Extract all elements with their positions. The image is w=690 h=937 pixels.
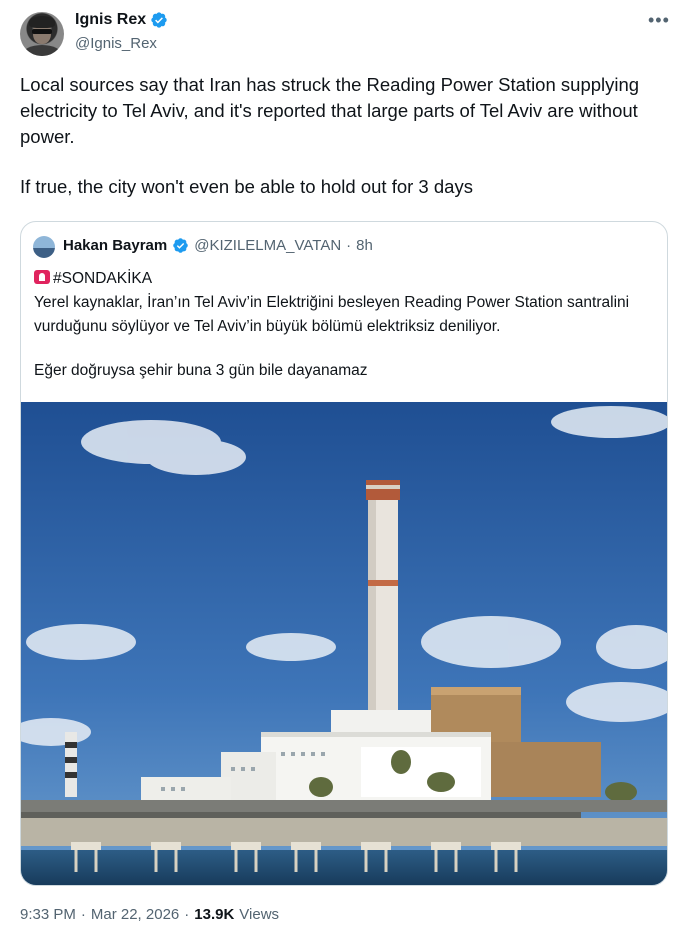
quoted-tweet-card[interactable]: Hakan Bayram @KIZILELMA_VATAN · 8h #SOND…	[20, 221, 668, 886]
siren-emoji-icon	[34, 270, 50, 284]
separator-dot: ·	[346, 237, 352, 254]
separator-dot: ·	[184, 906, 190, 923]
views-label: Views	[239, 906, 280, 923]
power-station-photo[interactable]	[21, 402, 667, 886]
quoted-author-handle[interactable]: @KIZILELMA_VATAN	[194, 237, 341, 254]
author-name-row[interactable]: Ignis Rex	[75, 11, 168, 29]
tweet-meta-footer: 9:33 PM · Mar 22, 2026 · 13.9K Views	[20, 906, 279, 923]
author-handle[interactable]: @Ignis_Rex	[75, 35, 157, 52]
tweet-paragraph: Local sources say that Iran has struck t…	[20, 74, 640, 147]
author-avatar[interactable]	[20, 12, 64, 56]
quoted-tweet-header: Hakan Bayram @KIZILELMA_VATAN · 8h	[63, 237, 373, 254]
verified-badge-icon	[151, 12, 167, 28]
separator-dot: ·	[80, 906, 86, 923]
quoted-tweet-time[interactable]: 8h	[356, 237, 373, 254]
quoted-paragraph: Yerel kaynaklar, İran’ın Tel Aviv’in Ele…	[34, 294, 630, 335]
quoted-author-name[interactable]: Hakan Bayram	[63, 237, 167, 254]
tweet-date[interactable]: Mar 22, 2026	[91, 906, 179, 923]
views-count[interactable]: 13.9K	[194, 906, 234, 923]
verified-badge-icon	[173, 238, 188, 253]
tweet-paragraph: If true, the city won't even be able to …	[20, 176, 473, 197]
tweet-time[interactable]: 9:33 PM	[20, 906, 76, 923]
quoted-tweet-text: #SONDAKİKA Yerel kaynaklar, İran’ın Tel …	[34, 267, 659, 383]
quoted-hashtag[interactable]: #SONDAKİKA	[53, 270, 152, 287]
quoted-paragraph: Eğer doğruysa şehir buna 3 gün bile daya…	[34, 362, 368, 379]
tweet-text: Local sources say that Iran has struck t…	[20, 72, 670, 200]
quoted-author-avatar[interactable]	[33, 236, 55, 258]
author-name[interactable]: Ignis Rex	[75, 11, 146, 29]
more-options-icon[interactable]: •••	[648, 10, 670, 31]
